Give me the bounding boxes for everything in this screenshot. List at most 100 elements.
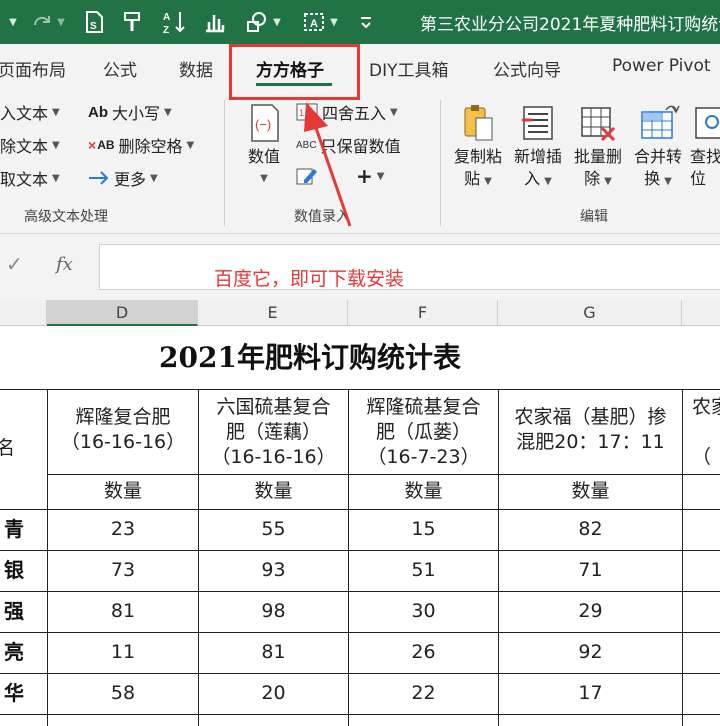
table-cell[interactable]: 29 bbox=[499, 591, 682, 632]
shapes-button[interactable]: ▼ bbox=[240, 6, 286, 38]
table-cell[interactable]: 15 bbox=[349, 509, 498, 550]
grid-line bbox=[0, 714, 720, 715]
enter-check-icon[interactable]: ✓ bbox=[6, 252, 23, 276]
table-cell[interactable]: 55 bbox=[199, 509, 348, 550]
merge-convert-label-2-text: 换 bbox=[644, 169, 661, 188]
value-icon: (−) bbox=[251, 104, 279, 142]
insert-text-button[interactable]: 入文本 ▼ bbox=[0, 100, 60, 124]
remove-spaces-button[interactable]: × AB 删除空格 ▼ bbox=[88, 133, 194, 157]
svg-text:S: S bbox=[90, 21, 97, 32]
title-bar: ▼ ▼ S AZ ▼ A ▼ 第三农业分公司2021年夏种肥料订购统计表 bbox=[0, 0, 720, 44]
document-icon: S bbox=[86, 11, 103, 33]
column-header-e[interactable]: E bbox=[198, 300, 348, 326]
column-header-h[interactable] bbox=[682, 300, 720, 326]
tab-formula-wizard[interactable]: 公式向导 bbox=[493, 56, 561, 81]
tab-power-pivot[interactable]: Power Pivot bbox=[612, 56, 711, 76]
remove-text-button[interactable]: 除文本 ▼ bbox=[0, 133, 60, 157]
tab-diy-toolbox[interactable]: DIY工具箱 bbox=[369, 56, 449, 81]
undo-dropdown[interactable]: ▼ bbox=[0, 6, 22, 38]
quantity-header[interactable]: 数量 bbox=[349, 471, 498, 512]
table-cell[interactable]: 82 bbox=[499, 509, 682, 550]
table-cell[interactable]: 26 bbox=[349, 632, 498, 673]
table-cell[interactable]: 17 bbox=[499, 673, 682, 714]
customer-name[interactable]: 银 bbox=[0, 550, 24, 591]
annotation-arrow-icon bbox=[304, 102, 352, 227]
insert-rows-icon bbox=[522, 106, 553, 140]
chevron-down-icon: ▼ bbox=[52, 139, 60, 151]
arrow-right-icon bbox=[88, 171, 110, 185]
value-button[interactable]: (−) 数值 ▼ bbox=[240, 102, 288, 190]
table-cell[interactable]: 20 bbox=[199, 673, 348, 714]
insert-new-label-2-text: 入 bbox=[524, 169, 541, 188]
table-cell[interactable]: 58 bbox=[48, 673, 198, 714]
quantity-header[interactable]: 数量 bbox=[199, 471, 348, 512]
customer-name[interactable]: 青 bbox=[0, 509, 24, 550]
table-cell[interactable]: 81 bbox=[48, 591, 198, 632]
tab-data[interactable]: 数据 bbox=[179, 56, 213, 81]
more-button[interactable]: 更多 ▼ bbox=[88, 166, 158, 190]
table-cell[interactable]: 11 bbox=[48, 632, 198, 673]
product-header[interactable]: 农家 （ bbox=[692, 395, 720, 470]
customer-name[interactable]: 华 bbox=[0, 673, 24, 714]
customer-name[interactable]: 强 bbox=[0, 591, 24, 632]
table-cell[interactable]: 73 bbox=[48, 550, 198, 591]
paintbrush-icon bbox=[124, 12, 140, 31]
chevron-down-icon: ▼ bbox=[52, 106, 60, 118]
copy-paste-button[interactable]: 复制粘 贴 ▼ bbox=[450, 102, 506, 193]
find-locate-button[interactable]: 查找 位 bbox=[690, 102, 720, 190]
bar-chart-icon bbox=[206, 15, 225, 33]
column-header-f[interactable]: F bbox=[348, 300, 498, 326]
customer-name[interactable]: 亮 bbox=[0, 632, 24, 673]
table-cell[interactable]: 93 bbox=[199, 550, 348, 591]
find-locate-label: 查找 bbox=[690, 147, 720, 166]
copy-paste-label-2: 贴 ▼ bbox=[464, 168, 492, 193]
chevron-down-icon: ▼ bbox=[186, 139, 195, 151]
product-header[interactable]: 六国硫基复合 肥（莲藕） （16-16-16） bbox=[199, 395, 348, 470]
batch-delete-button[interactable]: 批量删 除 ▼ bbox=[570, 102, 626, 193]
table-cell[interactable]: 30 bbox=[349, 591, 498, 632]
column-header-d[interactable]: D bbox=[47, 300, 198, 326]
format-painter-button[interactable] bbox=[118, 6, 148, 38]
extract-text-label: 取文本 bbox=[0, 170, 49, 189]
tab-formulas[interactable]: 公式 bbox=[103, 56, 137, 81]
table-cell[interactable]: 92 bbox=[499, 632, 682, 673]
highlight-box bbox=[229, 44, 360, 100]
insert-new-label-2: 入 ▼ bbox=[524, 168, 552, 193]
product-header-line: 六国硫基复合 bbox=[216, 396, 331, 418]
table-cell[interactable]: 51 bbox=[349, 550, 498, 591]
product-header[interactable]: 农家福（基肥）掺 混肥20：17：11 bbox=[499, 405, 682, 455]
product-header[interactable]: 辉隆复合肥 （16-16-16） bbox=[48, 405, 198, 455]
text-box-button[interactable]: A ▼ bbox=[296, 6, 344, 38]
table-cell[interactable]: 71 bbox=[499, 550, 682, 591]
redo-button[interactable]: ▼ bbox=[26, 6, 70, 38]
quantity-header[interactable]: 数量 bbox=[48, 471, 198, 512]
customize-icon bbox=[361, 17, 371, 29]
tab-page-layout[interactable]: 页面布局 bbox=[0, 56, 66, 81]
sort-button[interactable]: AZ bbox=[158, 6, 192, 38]
remove-spaces-icon: × AB bbox=[88, 137, 115, 153]
insert-new-button[interactable]: 新增插 入 ▼ bbox=[510, 102, 566, 193]
column-header-c[interactable] bbox=[0, 300, 47, 326]
extract-text-button[interactable]: 取文本 ▼ bbox=[0, 166, 60, 190]
column-header-g[interactable]: G bbox=[498, 300, 682, 326]
insert-function-icon[interactable]: fx bbox=[56, 254, 73, 275]
quantity-header[interactable]: 数量 bbox=[499, 471, 682, 512]
name-header[interactable]: 名 bbox=[0, 436, 20, 461]
product-header-line: 辉隆硫基复合 bbox=[366, 396, 481, 418]
file-button[interactable]: S bbox=[80, 6, 110, 38]
table-cell[interactable]: 22 bbox=[349, 673, 498, 714]
case-button[interactable]: Ab 大小写 ▼ bbox=[88, 100, 172, 124]
product-header[interactable]: 辉隆硫基复合 肥（瓜蒌） （16-7-23） bbox=[349, 395, 498, 470]
table-cell[interactable]: 23 bbox=[48, 509, 198, 550]
customize-toolbar-button[interactable] bbox=[354, 6, 378, 38]
merge-convert-button[interactable]: 合并转 换 ▼ bbox=[630, 102, 686, 193]
table-cell[interactable]: 98 bbox=[199, 591, 348, 632]
ribbon-tabs: 页面布局 公式 数据 方方格子 DIY工具箱 公式向导 Power Pivot bbox=[0, 44, 720, 94]
table-cell[interactable]: 81 bbox=[199, 632, 348, 673]
grid-line bbox=[682, 389, 683, 726]
chart-button[interactable] bbox=[200, 6, 230, 38]
product-header-line: （16-16-16） bbox=[60, 431, 186, 453]
column-headers: D E F G bbox=[0, 300, 720, 326]
formula-input[interactable] bbox=[99, 244, 720, 290]
chevron-down-icon: ▼ bbox=[390, 106, 398, 118]
